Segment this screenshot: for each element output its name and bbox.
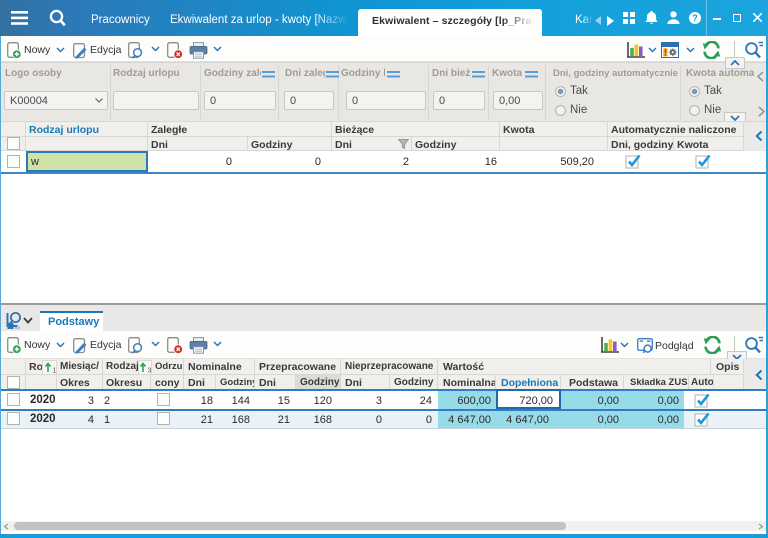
svg-text:3: 3 — [148, 368, 152, 374]
svg-text:1: 1 — [53, 368, 57, 374]
svg-text:?: ? — [692, 13, 698, 23]
